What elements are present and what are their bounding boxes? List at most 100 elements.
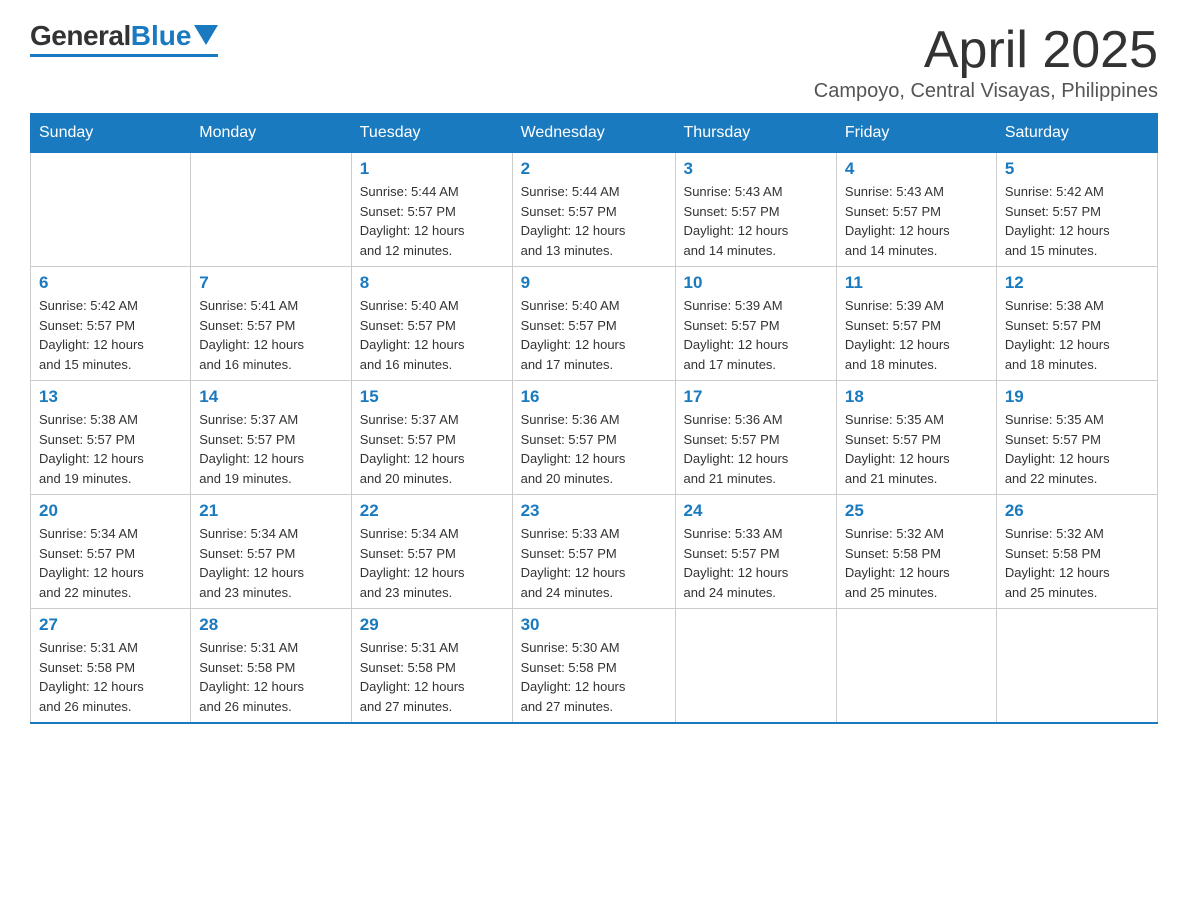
day-number: 15 <box>360 387 504 407</box>
day-info: Sunrise: 5:31 AM Sunset: 5:58 PM Dayligh… <box>199 638 343 716</box>
day-cell <box>31 153 191 267</box>
header-cell-tuesday: Tuesday <box>351 114 512 153</box>
day-cell: 15 Sunrise: 5:37 AM Sunset: 5:57 PM Dayli… <box>351 381 512 495</box>
day-cell: 16Sunrise: 5:36 AM Sunset: 5:57 PM Dayli… <box>512 381 675 495</box>
day-cell: 20 Sunrise: 5:34 AM Sunset: 5:57 PM Dayli… <box>31 495 191 609</box>
day-cell: 17 Sunrise: 5:36 AM Sunset: 5:57 PM Dayli… <box>675 381 836 495</box>
day-cell: 1 Sunrise: 5:44 AM Sunset: 5:57 PM Daylig… <box>351 153 512 267</box>
day-cell: 12 Sunrise: 5:38 AM Sunset: 5:57 PM Dayli… <box>996 267 1157 381</box>
day-info: Sunrise: 5:39 AM Sunset: 5:57 PM Dayligh… <box>684 296 828 374</box>
day-info: Sunrise: 5:38 AM Sunset: 5:57 PM Dayligh… <box>1005 296 1149 374</box>
logo-underline <box>30 54 218 57</box>
day-cell: 24 Sunrise: 5:33 AM Sunset: 5:57 PM Dayli… <box>675 495 836 609</box>
day-number: 20 <box>39 501 182 521</box>
day-info: Sunrise: 5:36 AM Sunset: 5:57 PM Dayligh… <box>684 410 828 488</box>
day-cell: 11Sunrise: 5:39 AM Sunset: 5:57 PM Dayli… <box>836 267 996 381</box>
day-cell: 4 Sunrise: 5:43 AM Sunset: 5:57 PM Daylig… <box>836 153 996 267</box>
day-number: 28 <box>199 615 343 635</box>
day-info: Sunrise: 5:43 AM Sunset: 5:57 PM Dayligh… <box>684 182 828 260</box>
day-cell <box>836 609 996 724</box>
day-cell: 10 Sunrise: 5:39 AM Sunset: 5:57 PM Dayli… <box>675 267 836 381</box>
header-row: SundayMondayTuesdayWednesdayThursdayFrid… <box>31 114 1158 153</box>
day-number: 25 <box>845 501 988 521</box>
week-row-1: 1 Sunrise: 5:44 AM Sunset: 5:57 PM Daylig… <box>31 153 1158 267</box>
day-info: Sunrise: 5:34 AM Sunset: 5:57 PM Dayligh… <box>360 524 504 602</box>
day-info: Sunrise: 5:37 AM Sunset: 5:57 PM Dayligh… <box>199 410 343 488</box>
day-cell: 3 Sunrise: 5:43 AM Sunset: 5:57 PM Daylig… <box>675 153 836 267</box>
day-number: 6 <box>39 273 182 293</box>
day-info: Sunrise: 5:31 AM Sunset: 5:58 PM Dayligh… <box>39 638 182 716</box>
day-info: Sunrise: 5:34 AM Sunset: 5:57 PM Dayligh… <box>39 524 182 602</box>
day-number: 21 <box>199 501 343 521</box>
logo-general: General <box>30 20 131 52</box>
day-info: Sunrise: 5:30 AM Sunset: 5:58 PM Dayligh… <box>521 638 667 716</box>
day-number: 27 <box>39 615 182 635</box>
logo-blue-part: Blue <box>131 20 219 52</box>
week-row-4: 20 Sunrise: 5:34 AM Sunset: 5:57 PM Dayli… <box>31 495 1158 609</box>
day-info: Sunrise: 5:38 AM Sunset: 5:57 PM Dayligh… <box>39 410 182 488</box>
day-info: Sunrise: 5:32 AM Sunset: 5:58 PM Dayligh… <box>1005 524 1149 602</box>
calendar-table: SundayMondayTuesdayWednesdayThursdayFrid… <box>30 113 1158 724</box>
day-number: 10 <box>684 273 828 293</box>
day-number: 13 <box>39 387 182 407</box>
location-title: Campoyo, Central Visayas, Philippines <box>814 80 1158 103</box>
calendar-body: 1 Sunrise: 5:44 AM Sunset: 5:57 PM Daylig… <box>31 153 1158 724</box>
day-cell: 5Sunrise: 5:42 AM Sunset: 5:57 PM Daylig… <box>996 153 1157 267</box>
day-cell <box>675 609 836 724</box>
day-number: 1 <box>360 159 504 179</box>
day-cell: 13 Sunrise: 5:38 AM Sunset: 5:57 PM Dayli… <box>31 381 191 495</box>
day-number: 22 <box>360 501 504 521</box>
day-info: Sunrise: 5:31 AM Sunset: 5:58 PM Dayligh… <box>360 638 504 716</box>
day-info: Sunrise: 5:42 AM Sunset: 5:57 PM Dayligh… <box>1005 182 1149 260</box>
day-number: 30 <box>521 615 667 635</box>
day-cell: 8Sunrise: 5:40 AM Sunset: 5:57 PM Daylig… <box>351 267 512 381</box>
day-info: Sunrise: 5:33 AM Sunset: 5:57 PM Dayligh… <box>521 524 667 602</box>
day-number: 12 <box>1005 273 1149 293</box>
day-cell: 29 Sunrise: 5:31 AM Sunset: 5:58 PM Dayli… <box>351 609 512 724</box>
title-section: April 2025 Campoyo, Central Visayas, Phi… <box>814 20 1158 103</box>
day-cell: 25Sunrise: 5:32 AM Sunset: 5:58 PM Dayli… <box>836 495 996 609</box>
day-cell: 7 Sunrise: 5:41 AM Sunset: 5:57 PM Daylig… <box>191 267 352 381</box>
day-info: Sunrise: 5:41 AM Sunset: 5:57 PM Dayligh… <box>199 296 343 374</box>
logo-triangle-icon <box>194 25 218 45</box>
day-info: Sunrise: 5:37 AM Sunset: 5:57 PM Dayligh… <box>360 410 504 488</box>
day-info: Sunrise: 5:44 AM Sunset: 5:57 PM Dayligh… <box>521 182 667 260</box>
day-number: 17 <box>684 387 828 407</box>
week-row-2: 6Sunrise: 5:42 AM Sunset: 5:57 PM Daylig… <box>31 267 1158 381</box>
day-number: 19 <box>1005 387 1149 407</box>
logo-blue: Blue <box>131 20 192 52</box>
day-cell: 19 Sunrise: 5:35 AM Sunset: 5:57 PM Dayli… <box>996 381 1157 495</box>
header-cell-saturday: Saturday <box>996 114 1157 153</box>
page-header: General Blue April 2025 Campoyo, Central… <box>30 20 1158 103</box>
day-number: 24 <box>684 501 828 521</box>
week-row-3: 13 Sunrise: 5:38 AM Sunset: 5:57 PM Dayli… <box>31 381 1158 495</box>
header-cell-thursday: Thursday <box>675 114 836 153</box>
day-info: Sunrise: 5:33 AM Sunset: 5:57 PM Dayligh… <box>684 524 828 602</box>
day-info: Sunrise: 5:35 AM Sunset: 5:57 PM Dayligh… <box>1005 410 1149 488</box>
day-cell: 21 Sunrise: 5:34 AM Sunset: 5:57 PM Dayli… <box>191 495 352 609</box>
day-info: Sunrise: 5:36 AM Sunset: 5:57 PM Dayligh… <box>521 410 667 488</box>
day-info: Sunrise: 5:39 AM Sunset: 5:57 PM Dayligh… <box>845 296 988 374</box>
day-number: 14 <box>199 387 343 407</box>
week-row-5: 27 Sunrise: 5:31 AM Sunset: 5:58 PM Dayli… <box>31 609 1158 724</box>
day-number: 4 <box>845 159 988 179</box>
day-cell <box>996 609 1157 724</box>
day-cell <box>191 153 352 267</box>
month-title: April 2025 <box>814 20 1158 80</box>
day-number: 23 <box>521 501 667 521</box>
day-info: Sunrise: 5:34 AM Sunset: 5:57 PM Dayligh… <box>199 524 343 602</box>
header-cell-sunday: Sunday <box>31 114 191 153</box>
day-info: Sunrise: 5:35 AM Sunset: 5:57 PM Dayligh… <box>845 410 988 488</box>
header-cell-friday: Friday <box>836 114 996 153</box>
day-info: Sunrise: 5:44 AM Sunset: 5:57 PM Dayligh… <box>360 182 504 260</box>
day-number: 29 <box>360 615 504 635</box>
day-number: 3 <box>684 159 828 179</box>
day-info: Sunrise: 5:40 AM Sunset: 5:57 PM Dayligh… <box>521 296 667 374</box>
day-number: 7 <box>199 273 343 293</box>
day-cell: 2Sunrise: 5:44 AM Sunset: 5:57 PM Daylig… <box>512 153 675 267</box>
header-cell-monday: Monday <box>191 114 352 153</box>
day-info: Sunrise: 5:40 AM Sunset: 5:57 PM Dayligh… <box>360 296 504 374</box>
day-info: Sunrise: 5:43 AM Sunset: 5:57 PM Dayligh… <box>845 182 988 260</box>
day-cell: 9Sunrise: 5:40 AM Sunset: 5:57 PM Daylig… <box>512 267 675 381</box>
day-cell: 18Sunrise: 5:35 AM Sunset: 5:57 PM Dayli… <box>836 381 996 495</box>
